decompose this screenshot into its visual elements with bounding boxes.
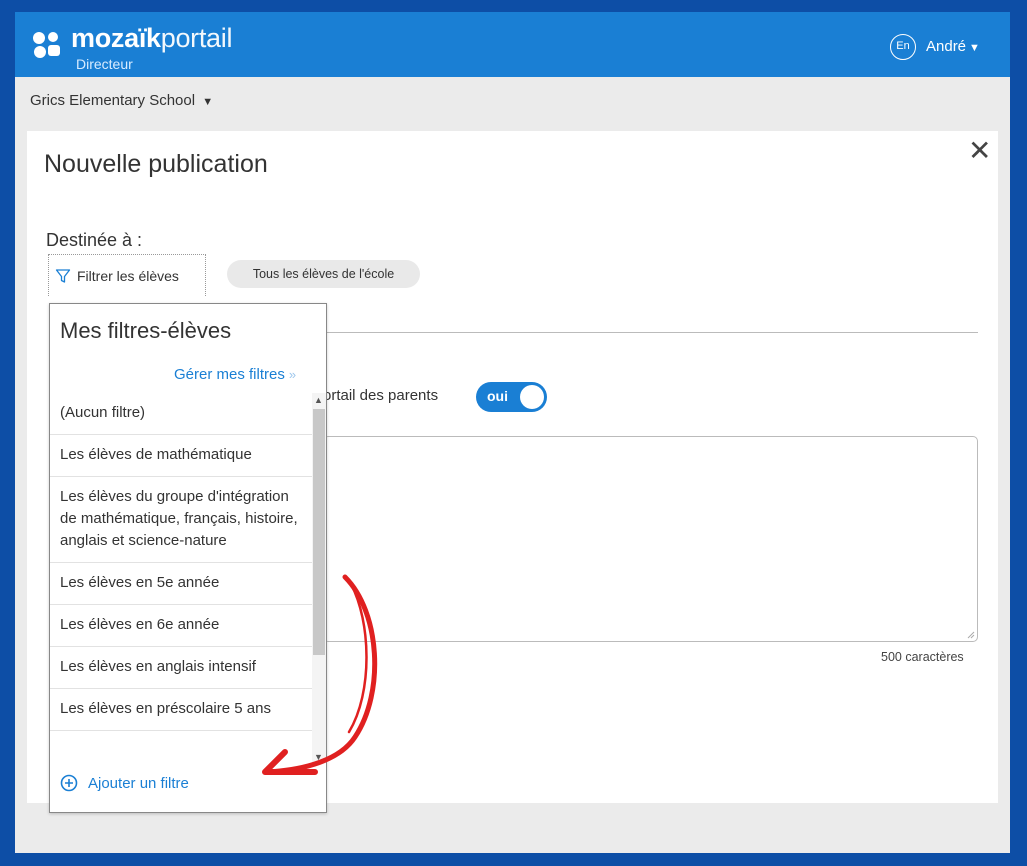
scroll-up-icon[interactable]: ▲ xyxy=(314,395,323,405)
user-name: André xyxy=(926,38,967,55)
message-textarea[interactable] xyxy=(323,436,978,642)
user-menu[interactable]: André ▼ xyxy=(926,38,980,55)
parent-portal-label: ortail des parents xyxy=(323,387,439,404)
toggle-knob xyxy=(520,385,544,409)
scroll-down-icon[interactable]: ▼ xyxy=(314,752,323,762)
user-menu-caret-icon: ▼ xyxy=(969,42,980,54)
school-selector[interactable]: Grics Elementary School ▼ xyxy=(30,92,213,109)
filter-button-label: Filtrer les élèves xyxy=(77,267,179,284)
list-item[interactable]: Les élèves de mathématique xyxy=(50,435,312,477)
toggle-label: oui xyxy=(487,388,508,404)
filter-funnel-icon xyxy=(55,268,71,283)
list-item[interactable]: Les élèves du groupe d'intégration de ma… xyxy=(50,477,312,563)
dropdown-title: Mes filtres-élèves xyxy=(60,318,232,343)
destination-label: Destinée à : xyxy=(46,230,143,250)
filter-dropdown: Mes filtres-élèves Gérer mes filtres» (A… xyxy=(49,303,327,813)
character-count: 500 caractères xyxy=(881,650,964,664)
add-filter-label: Ajouter un filtre xyxy=(88,774,189,792)
filter-list: (Aucun filtre) Les élèves de mathématiqu… xyxy=(50,393,312,763)
list-item[interactable]: (Aucun filtre) xyxy=(50,393,312,435)
plus-circle-icon xyxy=(60,774,78,792)
brand-bold: mozaïk xyxy=(71,23,161,53)
language-toggle-button[interactable]: En xyxy=(890,34,916,60)
audience-chip[interactable]: Tous les élèves de l'école xyxy=(227,260,420,288)
page-title: Nouvelle publication xyxy=(44,150,268,178)
top-bar: mozaïkportail Directeur En André ▼ xyxy=(15,12,1010,77)
list-item[interactable]: Les élèves en préscolaire 5 ans xyxy=(50,689,312,731)
resize-grip-icon[interactable] xyxy=(967,631,975,639)
list-item[interactable]: Les élèves en 6e année xyxy=(50,605,312,647)
role-label: Directeur xyxy=(76,56,133,72)
section-divider xyxy=(323,332,978,333)
list-scrollbar[interactable]: ▲ ▼ xyxy=(312,393,326,763)
school-caret-icon: ▼ xyxy=(202,96,214,108)
brand-light: portail xyxy=(160,23,233,53)
filter-students-button[interactable]: Filtrer les élèves xyxy=(48,254,206,296)
parent-portal-toggle[interactable]: oui xyxy=(476,382,547,412)
mozaik-logo-icon xyxy=(33,32,60,58)
close-button[interactable]: ✕ xyxy=(968,137,991,165)
add-filter-button[interactable]: Ajouter un filtre xyxy=(60,774,189,792)
school-name: Grics Elementary School xyxy=(30,92,196,109)
scrollbar-thumb[interactable] xyxy=(313,409,325,655)
brand-name[interactable]: mozaïkportail xyxy=(71,24,232,52)
list-item[interactable]: Les élèves en 5e année xyxy=(50,563,312,605)
manage-filters-link[interactable]: Gérer mes filtres» xyxy=(174,366,296,383)
list-item[interactable]: Les élèves en anglais intensif xyxy=(50,647,312,689)
app-window: mozaïkportail Directeur En André ▼ Grics … xyxy=(15,12,1010,853)
manage-filters-label: Gérer mes filtres xyxy=(174,366,285,383)
double-chevron-right-icon: » xyxy=(288,367,297,382)
